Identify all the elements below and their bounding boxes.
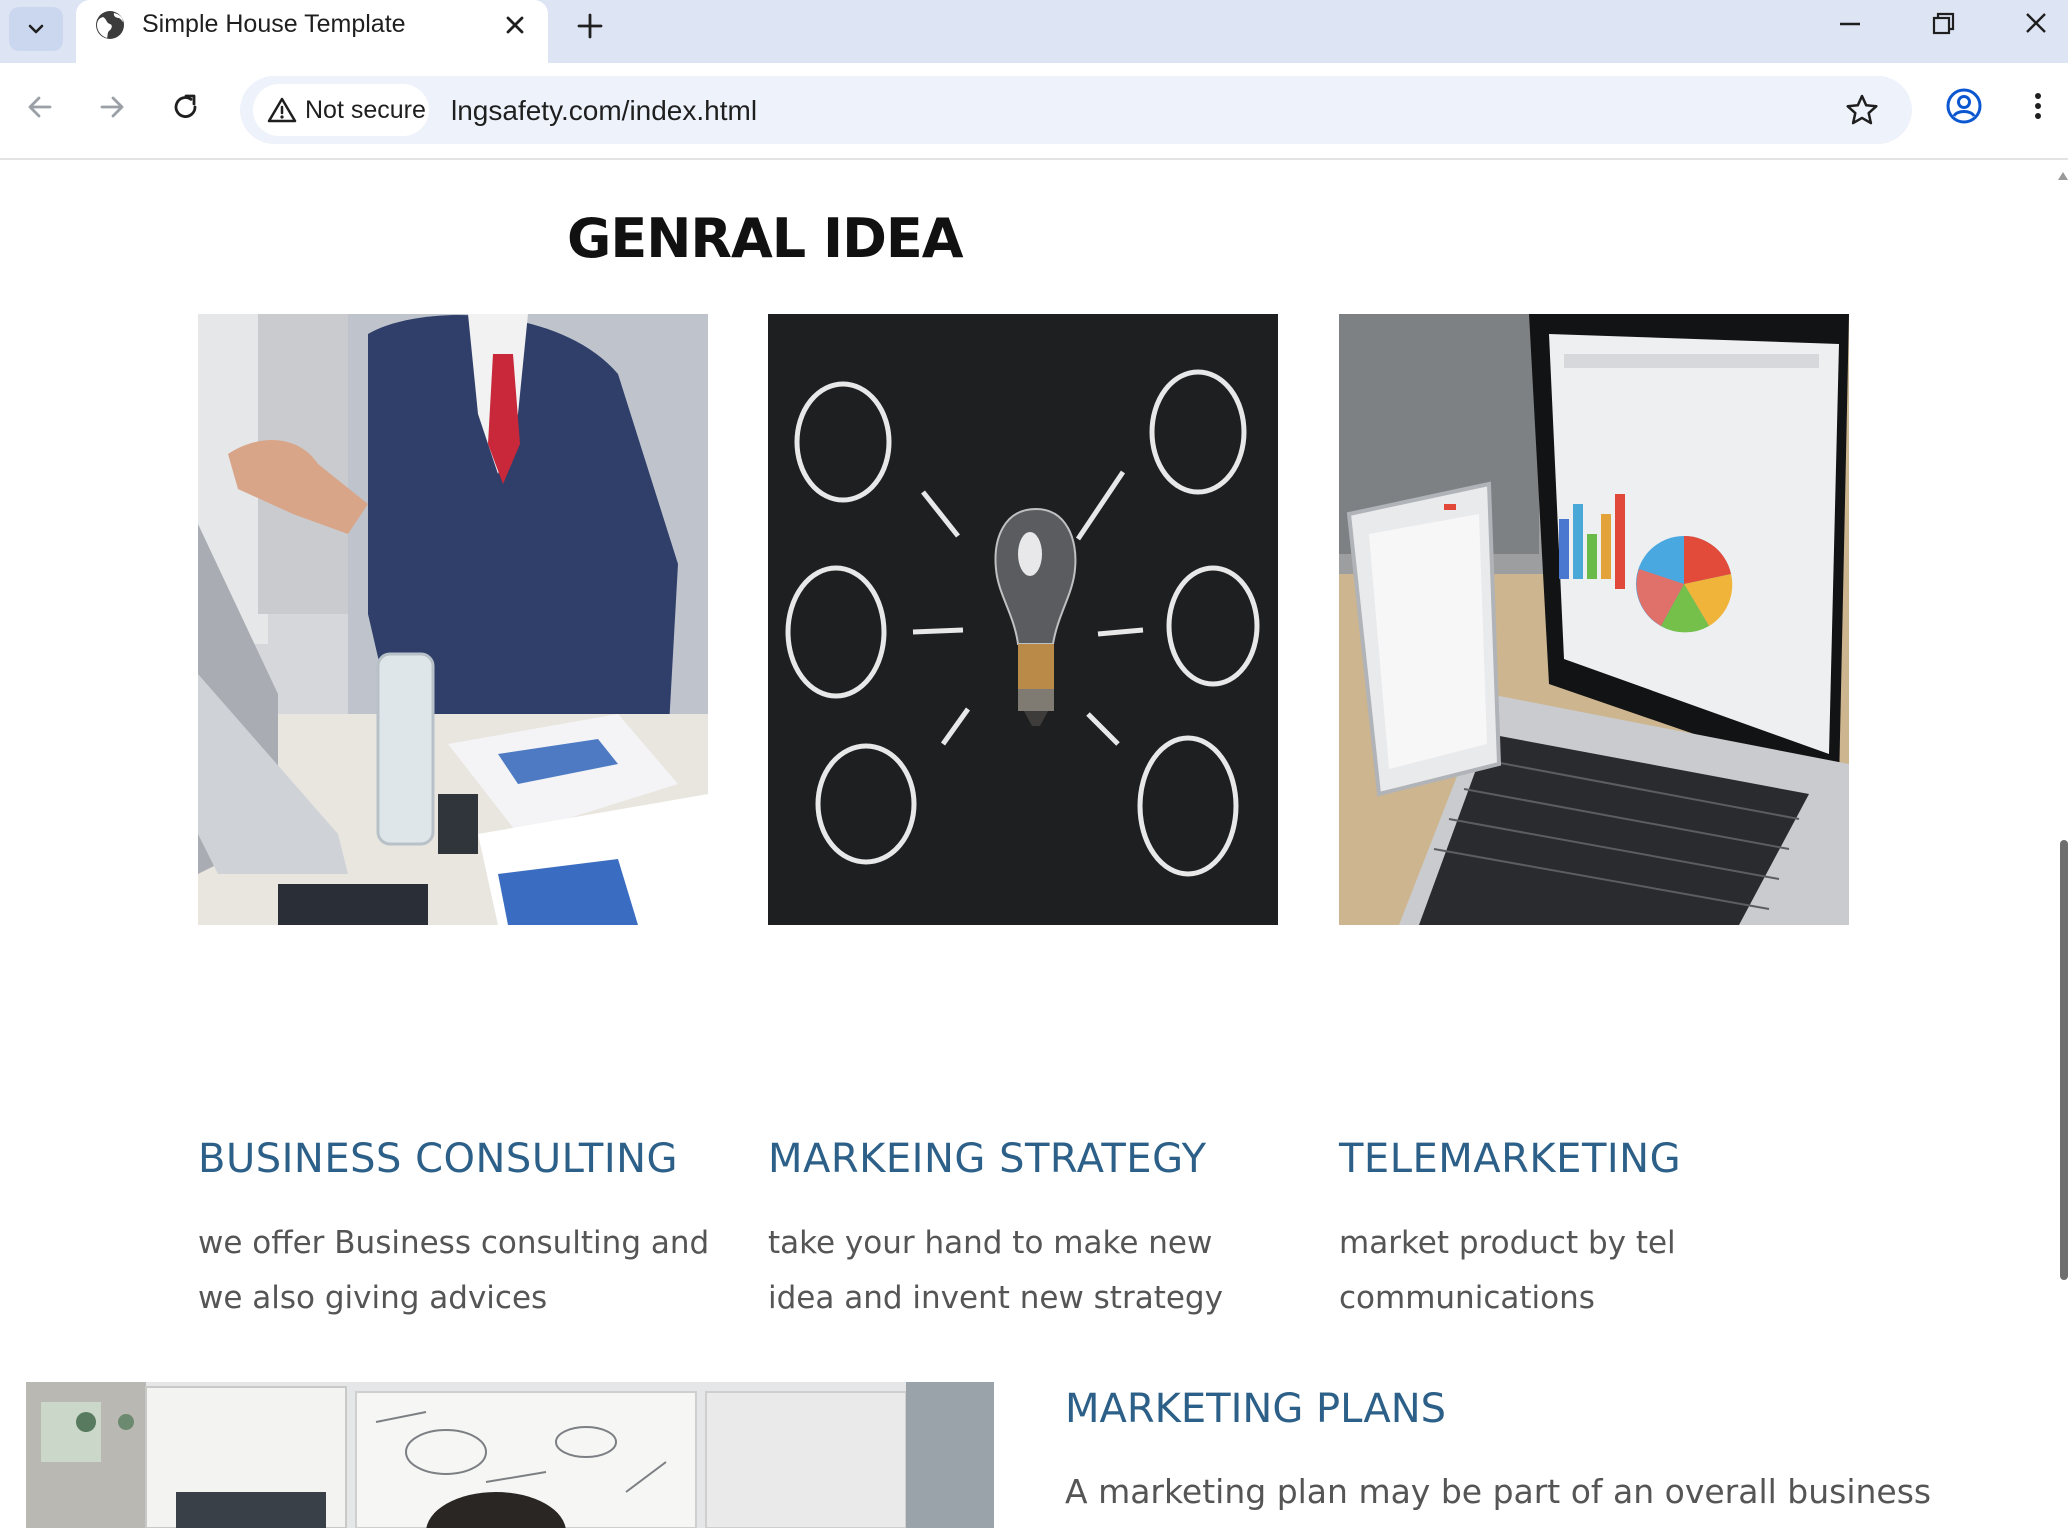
forward-icon[interactable] [92,87,132,127]
card-title: TELEMARKETING [1339,1136,1682,1182]
office-workspace-image [26,1382,994,1528]
globe-icon [96,11,124,39]
new-tab-icon[interactable] [572,8,608,44]
bookmark-star-icon[interactable] [1844,92,1880,128]
close-tab-icon[interactable] [500,10,530,40]
card-title: BUSINESS CONSULTING [198,1136,679,1182]
security-chip[interactable]: Not secure [253,84,429,136]
profile-icon[interactable] [1944,86,1984,126]
chevron-down-icon [28,24,44,34]
warning-icon [267,97,297,123]
card-description: market product by tel communications [1339,1225,1676,1316]
section-title-marketing-plans: MARKETING PLANS [1065,1386,1447,1432]
tab-search-button[interactable] [9,7,63,51]
close-window-icon[interactable] [2016,6,2056,42]
address-bar[interactable]: Not secure lngsafety.com/index.html [240,76,1912,144]
card-description: we offer Business consulting and we also… [198,1225,710,1316]
lightbulb-chalkboard-image [768,314,1278,925]
browser-tab[interactable]: Simple House Template [76,0,548,63]
tab-strip: Simple House Template [0,0,2068,63]
tab-title: Simple House Template [142,10,406,38]
browser-toolbar: Not secure lngsafety.com/index.html [0,63,2068,160]
section-text-marketing-plans: A marketing plan may be part of an overa… [1065,1472,1932,1511]
reload-icon[interactable] [166,87,206,127]
page-content: GENRAL IDEA BUSINESS CONSULTING we offer… [0,160,2058,1528]
url-text[interactable]: lngsafety.com/index.html [451,95,757,127]
restore-icon[interactable] [1922,6,1962,42]
minimize-icon[interactable] [1830,6,1870,42]
page-scrollbar[interactable] [2058,160,2068,1528]
security-label: Not secure [305,96,426,124]
section-heading: GENRAL IDEA [567,207,964,270]
card-description: take your hand to make new idea and inve… [768,1225,1223,1316]
scrollbar-thumb[interactable] [2060,840,2068,1280]
business-meeting-image [198,314,708,925]
more-menu-icon[interactable] [2018,86,2058,126]
scroll-up-arrow-icon[interactable] [2058,172,2068,180]
back-icon[interactable] [20,87,60,127]
card-title: MARKEING STRATEGY [768,1136,1207,1182]
laptop-charts-image [1339,314,1849,925]
